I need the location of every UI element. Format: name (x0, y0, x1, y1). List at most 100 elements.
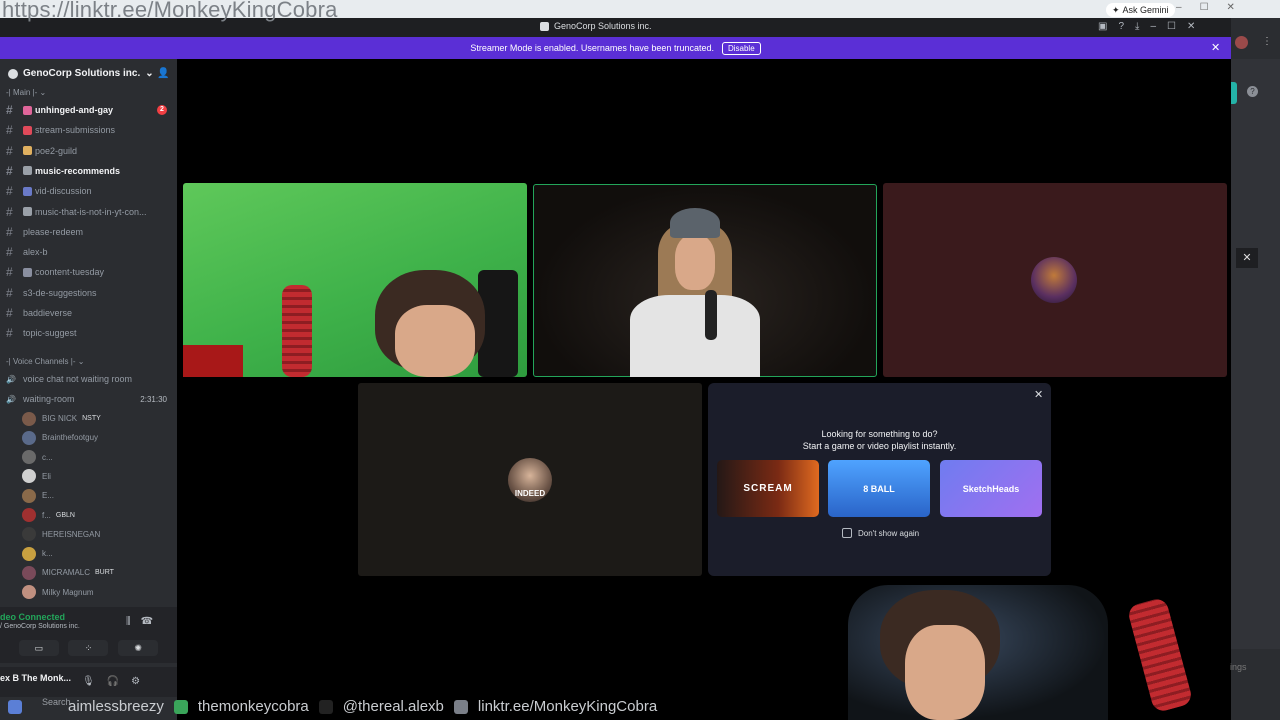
ask-gemini-label: Ask Gemini (1122, 5, 1169, 15)
dont-show-again-checkbox[interactable]: Don't show again (842, 528, 919, 538)
more-menu-icon[interactable]: ⋮ (1262, 36, 1272, 47)
soundboard-button[interactable]: ✺ (118, 640, 159, 656)
close-icon[interactable]: ✕ (1187, 21, 1195, 32)
voice-user[interactable]: HEREISNEGAN (0, 525, 177, 544)
activity-scream[interactable]: SCREAM (717, 460, 819, 517)
channel-item[interactable]: # unhinged-and-gay 2 (0, 100, 177, 120)
browser-window-controls: – ☐ ✕ (1176, 2, 1235, 13)
voice-user[interactable]: Brainthefootguy (0, 428, 177, 447)
profile-avatar[interactable] (1235, 36, 1248, 49)
hash-icon: # (6, 224, 13, 239)
voice-user[interactable]: f... GBLN (0, 506, 177, 525)
hash-icon: # (6, 326, 13, 341)
channel-name: music-that-is-not-in-yt-con... (35, 206, 147, 217)
channel-name: coontent-tuesday (35, 267, 105, 278)
hash-icon: # (6, 265, 13, 280)
hash-icon: # (6, 245, 13, 260)
channel-name: stream-submissions (35, 125, 116, 136)
deafen-icon[interactable]: 🎧 (107, 676, 119, 687)
side-panel-accent (1231, 82, 1237, 104)
speaker-icon: 🔊 (6, 394, 16, 404)
channel-item[interactable]: # vid-discussion (0, 181, 177, 201)
voice-user[interactable]: MICRAMALC BURT (0, 563, 177, 582)
channel-item[interactable]: # please-redeem (0, 222, 177, 242)
emoji-icon (23, 125, 32, 135)
disconnect-icon[interactable]: ☎ (141, 616, 153, 627)
user-avatar (22, 469, 36, 484)
user-name[interactable]: ex B The Monk... (0, 673, 71, 683)
person-body-shape (630, 295, 760, 377)
channel-item[interactable]: # stream-submissions (0, 120, 177, 140)
help-icon[interactable]: ? (1118, 21, 1124, 32)
dont-show-label: Don't show again (858, 528, 920, 538)
chevron-down-icon: ⌄ (145, 68, 154, 79)
voice-user[interactable]: k... (0, 544, 177, 563)
channel-name: s3-de-suggestions (23, 287, 97, 298)
participant-avatar (1031, 257, 1077, 303)
settings-icon[interactable]: ⚙ (131, 676, 140, 687)
taskbar-search[interactable]: Search (42, 697, 71, 707)
channel-name: unhinged-and-gay (35, 105, 113, 115)
category-voice[interactable]: -| Voice Channels |- ⌄ (6, 357, 84, 366)
voice-user-name: E... (42, 491, 55, 501)
inbox-icon[interactable]: ▣ (1098, 21, 1107, 32)
user-controls: 🎙 🎧 ⚙ (82, 676, 140, 687)
voice-user[interactable]: BIG NICK NSTY (0, 409, 177, 428)
screen-share-button[interactable]: ▭ (18, 640, 59, 656)
channel-name: poe2-guild (35, 145, 78, 156)
download-icon[interactable]: ⤓ (1135, 21, 1139, 32)
banner-text: Streamer Mode is enabled. Usernames have… (470, 43, 714, 53)
channel-item[interactable]: # music-that-is-not-in-yt-con... (0, 202, 177, 222)
voice-user[interactable]: c... (0, 448, 177, 467)
server-header[interactable]: GenoCorp Solutions inc. ⌄ (8, 68, 154, 79)
disable-streamer-mode-button[interactable]: Disable (721, 41, 761, 55)
maximize-icon[interactable]: ☐ (1200, 2, 1209, 13)
banner-close-icon[interactable]: ✕ (1211, 41, 1220, 54)
help-icon[interactable]: ? (1247, 86, 1258, 97)
activity-8-ball[interactable]: 8 BALL (828, 460, 930, 517)
category-label: -| Voice Channels |- (6, 357, 76, 366)
close-icon[interactable]: ✕ (1236, 248, 1258, 268)
voice-user-name: Eli (42, 471, 51, 481)
microphone-shape (705, 290, 717, 340)
activity-button[interactable]: ⁘ (68, 640, 109, 656)
hash-icon: # (6, 184, 13, 199)
voice-user-name: MICRAMALC (42, 568, 91, 578)
mute-icon[interactable]: 🎙 (82, 676, 95, 687)
emoji-icon (23, 186, 32, 196)
voice-status[interactable]: deo Connected (0, 612, 65, 622)
user-avatar (22, 508, 36, 522)
channel-item[interactable]: # alex-b (0, 242, 177, 262)
channel-item[interactable]: # music-recommends (0, 161, 177, 181)
category-main[interactable]: -| Main |- ⌄ (6, 88, 46, 97)
server-name: GenoCorp Solutions inc. (23, 68, 141, 79)
hash-icon: # (6, 103, 13, 117)
voice-user[interactable]: Milky Magnum (0, 583, 177, 602)
channel-item[interactable]: # coontent-tuesday (0, 262, 177, 282)
social-icon (8, 699, 22, 714)
hash-icon: # (6, 306, 13, 320)
channel-item[interactable]: # topic-suggest (0, 323, 177, 343)
maximize-icon[interactable]: ☐ (1167, 21, 1176, 32)
voice-user-name: Milky Magnum (42, 587, 94, 597)
ask-gemini-button[interactable]: ✦ Ask Gemini (1106, 3, 1175, 17)
person-face-shape (675, 235, 715, 290)
hash-icon: # (6, 123, 13, 138)
voice-channel-item[interactable]: 🔊 waiting-room 2:31:30 (0, 389, 177, 409)
popup-close-icon[interactable]: ✕ (1034, 388, 1043, 401)
channel-item[interactable]: # poe2-guild (0, 141, 177, 161)
channel-item[interactable]: # s3-de-suggestions (0, 283, 177, 303)
close-icon[interactable]: ✕ (1227, 2, 1235, 13)
noise-suppression-icon[interactable]: ⫼ (126, 616, 131, 627)
minimize-icon[interactable]: – (1150, 21, 1156, 32)
minimize-icon[interactable]: – (1176, 2, 1182, 13)
activity-sketchheads[interactable]: SketchHeads (940, 460, 1042, 517)
voice-channel-item[interactable]: 🔊 voice chat not waiting room (0, 369, 177, 389)
voice-user-name: HEREISNEGAN (42, 529, 101, 539)
user-avatar (22, 430, 36, 445)
voice-user[interactable]: E... (0, 486, 177, 505)
invite-member-icon[interactable]: 👤 (157, 68, 169, 79)
channel-item[interactable]: # baddieverse (0, 303, 177, 323)
voice-user[interactable]: Eli (0, 467, 177, 486)
voice-user-name: BIG NICK (42, 414, 78, 423)
